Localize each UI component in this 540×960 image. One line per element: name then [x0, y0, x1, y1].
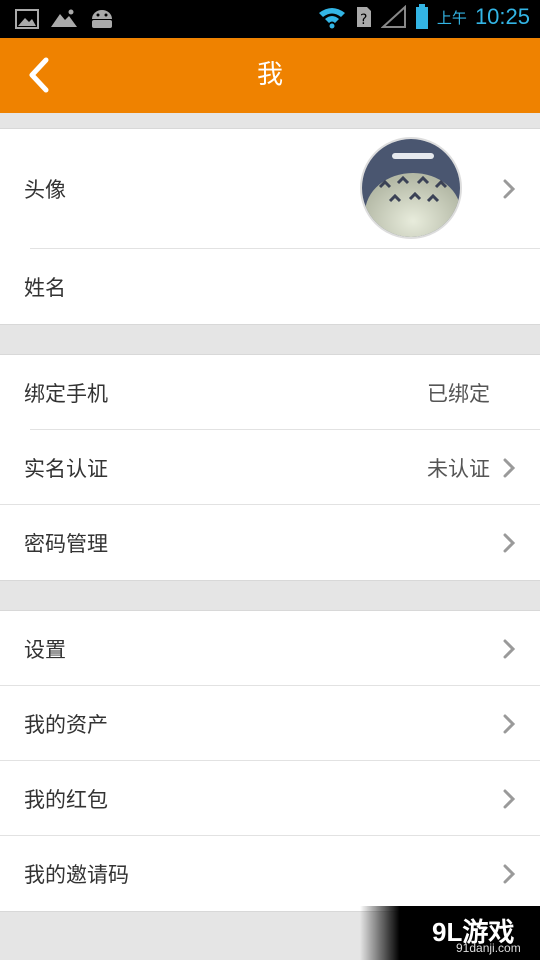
- chevron-right-icon: [503, 864, 516, 883]
- avatar-row[interactable]: 头像: [0, 129, 540, 249]
- realname-verify-label: 实名认证: [24, 456, 108, 481]
- chevron-right-icon: [503, 639, 516, 658]
- my-red-packet-label: 我的红包: [24, 787, 108, 812]
- account-group: 绑定手机 已绑定 实名认证 未认证 密码管理: [0, 354, 540, 581]
- watermark: 9L游戏 91danji.com: [360, 906, 540, 960]
- bind-phone-row[interactable]: 绑定手机 已绑定: [0, 355, 540, 430]
- app-header: 我: [0, 38, 540, 113]
- chevron-right-icon: [503, 789, 516, 808]
- unknown-sim-icon: ?: [356, 7, 371, 28]
- chevron-right-icon: [503, 458, 516, 477]
- svg-text:?: ?: [360, 12, 367, 28]
- chevron-right-icon: [503, 714, 516, 733]
- bind-phone-label: 绑定手机: [24, 381, 108, 406]
- my-invite-code-label: 我的邀请码: [24, 862, 129, 887]
- gallery-icon: [15, 9, 39, 29]
- battery-icon: [415, 4, 428, 29]
- bind-phone-status: 已绑定: [427, 381, 490, 406]
- status-bar: ? 上午 10:25: [0, 0, 540, 38]
- name-label: 姓名: [24, 275, 66, 300]
- chevron-right-icon: [503, 533, 516, 552]
- my-assets-label: 我的资产: [24, 712, 108, 737]
- password-manage-label: 密码管理: [24, 531, 108, 556]
- android-icon: [92, 10, 112, 28]
- realname-verify-row[interactable]: 实名认证 未认证: [0, 430, 540, 505]
- chevron-right-icon: [503, 179, 516, 199]
- settings-row[interactable]: 设置: [0, 611, 540, 686]
- my-invite-code-row[interactable]: 我的邀请码: [0, 836, 540, 911]
- settings-label: 设置: [24, 637, 66, 662]
- password-manage-row[interactable]: 密码管理: [0, 505, 540, 580]
- avatar[interactable]: [360, 137, 462, 239]
- avatar-label: 头像: [24, 178, 66, 202]
- status-ampm: 上午: [436, 8, 467, 27]
- page-title: 我: [256, 60, 283, 90]
- totoro-avatar-image: [362, 139, 460, 237]
- mountain-image-icon: [51, 9, 77, 27]
- profile-group: 头像 姓名: [0, 128, 540, 325]
- my-assets-row[interactable]: 我的资产: [0, 686, 540, 761]
- wifi-icon: [318, 8, 345, 29]
- signal-icon: [380, 5, 406, 28]
- more-group: 设置 我的资产 我的红包 我的邀请码: [0, 610, 540, 912]
- watermark-url: 91danji.com: [456, 941, 521, 955]
- realname-verify-status: 未认证: [427, 456, 490, 481]
- name-row[interactable]: 姓名: [0, 249, 540, 324]
- status-time: 10:25: [474, 4, 530, 29]
- my-red-packet-row[interactable]: 我的红包: [0, 761, 540, 836]
